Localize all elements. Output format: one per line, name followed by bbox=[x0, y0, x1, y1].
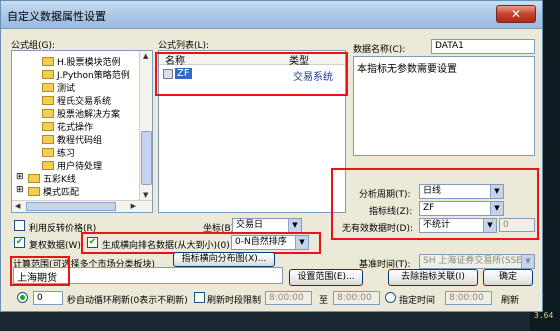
refresh-to-value: 8:00:00 bbox=[337, 293, 372, 303]
chevron-down-icon[interactable]: ▼ bbox=[288, 219, 301, 232]
fixed-time-value: 8:00:00 bbox=[449, 293, 484, 303]
period-limit-label: 刷新时段限制 bbox=[207, 296, 262, 306]
scroll-thumb[interactable] bbox=[141, 131, 152, 185]
tree-item-label: 模式匹配 bbox=[43, 188, 80, 198]
tree-item-label: 五彩K线 bbox=[43, 175, 76, 185]
scroll-left-icon[interactable]: ◀ bbox=[15, 202, 20, 210]
indicator-distribution-button[interactable]: 指标横向分布图(X)... bbox=[173, 252, 275, 267]
base-time-value: SH 上海证券交易所(SSE) bbox=[423, 256, 526, 266]
tree-item[interactable]: 模式匹配 ⊞ bbox=[16, 185, 80, 198]
tree-horizontal-scrollbar[interactable]: ◀ ▶ bbox=[12, 200, 152, 212]
highlight-calc-range bbox=[10, 256, 70, 286]
restore-rights-label: 复权数据(W) bbox=[29, 241, 81, 251]
tree-item[interactable]: 股票池解决方案 bbox=[42, 107, 120, 120]
tree-item[interactable]: 用户待处理 bbox=[42, 159, 102, 172]
tree-item-label: 股票池解决方案 bbox=[57, 110, 121, 120]
tree-item[interactable]: J.Python策略范例 bbox=[42, 68, 130, 81]
close-button[interactable]: ✕ bbox=[496, 5, 536, 23]
tree-item-label: J.Python策略范例 bbox=[57, 71, 130, 81]
refresh-to-time[interactable]: 8:00:00 bbox=[333, 291, 380, 305]
custom-data-dialog: 自定义数据属性设置 ✕ 公式组(G): H.股票模块范例 J.Python策略范例… bbox=[0, 0, 543, 312]
tree-item[interactable]: 程氏交易系统 bbox=[42, 94, 111, 107]
auto-refresh-label: 秒自动循环刷新(0表示不刷新) bbox=[67, 296, 188, 306]
to-label: 至 bbox=[319, 296, 329, 306]
tree-vertical-scrollbar[interactable]: ▲ ▼ bbox=[139, 51, 152, 200]
folder-icon bbox=[42, 122, 54, 131]
expand-icon[interactable]: ⊞ bbox=[16, 172, 24, 182]
data-name-label: 数据名称(C): bbox=[353, 45, 406, 55]
highlight-formula-list bbox=[155, 52, 348, 96]
description-box: 本指标无参数需要设置 bbox=[353, 56, 535, 156]
highlight-period-settings bbox=[331, 168, 539, 240]
ok-button[interactable]: 确定 bbox=[483, 269, 533, 286]
expand-icon[interactable]: ⊞ bbox=[16, 185, 24, 195]
tree-item[interactable]: 测试 bbox=[42, 81, 75, 94]
scroll-down-icon[interactable]: ▼ bbox=[143, 191, 148, 199]
scroll-up-icon[interactable]: ▲ bbox=[143, 52, 148, 60]
tree-item-label: 用户待处理 bbox=[57, 162, 103, 172]
set-range-button[interactable]: 设置范围(E)... bbox=[289, 269, 363, 286]
formula-group-tree[interactable]: H.股票模块范例 J.Python策略范例 测试程氏交易系统 股票池解决方案 花式操作教… bbox=[11, 50, 153, 213]
base-time-select[interactable]: SH 上海证券交易所(SSE) ▼ bbox=[419, 254, 535, 269]
auto-refresh-radio[interactable] bbox=[17, 292, 28, 303]
tree-item-label: 程氏交易系统 bbox=[57, 97, 112, 107]
refresh-from-value: 8:00:00 bbox=[269, 293, 304, 303]
refresh-label: 刷新 bbox=[501, 296, 520, 306]
remove-link-button[interactable]: 去除指标关联(I) bbox=[388, 269, 478, 286]
folder-icon bbox=[42, 161, 54, 170]
folder-icon bbox=[28, 187, 40, 196]
tree-item-label: 练习 bbox=[57, 149, 76, 159]
tree-item-label: 花式操作 bbox=[57, 123, 94, 133]
folder-icon bbox=[42, 96, 54, 105]
folder-icon bbox=[42, 83, 54, 92]
folder-icon bbox=[42, 57, 54, 66]
highlight-rank bbox=[81, 232, 321, 254]
period-limit-checkbox[interactable] bbox=[194, 292, 205, 303]
title-bar: 自定义数据属性设置 ✕ bbox=[1, 1, 542, 29]
tree-item[interactable]: 花式操作 bbox=[42, 120, 93, 133]
window-title: 自定义数据属性设置 bbox=[7, 10, 106, 23]
tree-item[interactable]: H.股票模块范例 bbox=[42, 55, 120, 68]
folder-icon bbox=[42, 135, 54, 144]
folder-icon bbox=[42, 70, 54, 79]
coordinate-value: 交易日 bbox=[236, 220, 264, 230]
refresh-interval-value: 0 bbox=[37, 293, 43, 303]
tree-item-label: 教程代码组 bbox=[57, 136, 103, 146]
restore-rights-checkbox[interactable]: ✔ bbox=[14, 237, 25, 248]
scroll-thumb[interactable] bbox=[26, 202, 116, 211]
folder-icon bbox=[42, 148, 54, 157]
refresh-interval-spinner[interactable]: 0 bbox=[33, 291, 63, 305]
tree-item[interactable]: 练习 bbox=[42, 146, 75, 159]
tree-item-label: 测试 bbox=[57, 84, 76, 94]
background-number: 3.64 bbox=[534, 311, 554, 320]
tree-item[interactable]: 五彩K线 ⊞ bbox=[16, 172, 76, 185]
folder-icon bbox=[42, 109, 54, 118]
chevron-down-icon[interactable]: ▼ bbox=[521, 255, 534, 268]
folder-icon bbox=[28, 174, 40, 183]
tree-item-label: H.股票模块范例 bbox=[57, 58, 121, 68]
data-name-input[interactable]: DATA1 bbox=[431, 39, 535, 54]
fixed-time-spinner[interactable]: 8:00:00 bbox=[445, 291, 492, 305]
coordinate-select[interactable]: 交易日 ▼ bbox=[232, 218, 302, 233]
refresh-from-time[interactable]: 8:00:00 bbox=[265, 291, 312, 305]
fixed-time-radio[interactable] bbox=[385, 292, 396, 303]
fixed-time-label: 指定时间 bbox=[399, 296, 436, 306]
use-reverse-checkbox[interactable] bbox=[14, 220, 25, 231]
scroll-right-icon[interactable]: ▶ bbox=[131, 202, 136, 210]
tree-item[interactable]: 教程代码组 bbox=[42, 133, 102, 146]
